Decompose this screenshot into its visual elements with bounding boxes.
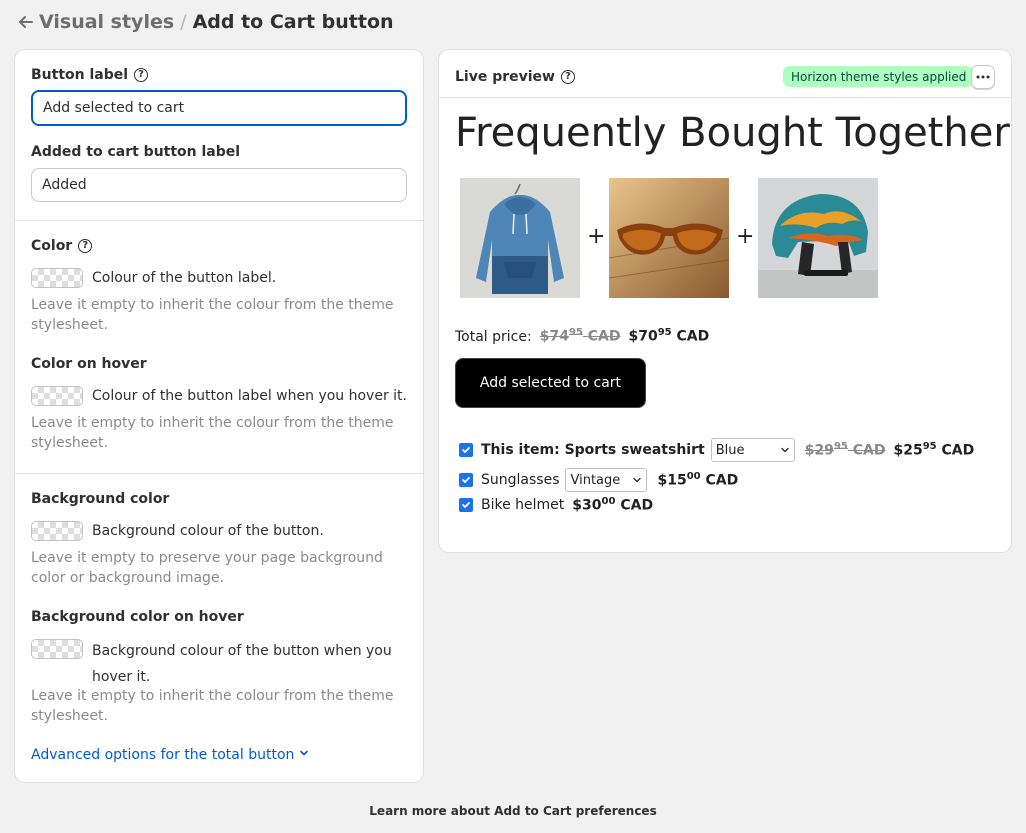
item-name: Sunglasses <box>481 472 560 488</box>
item-price: $1500 CAD <box>657 471 739 489</box>
page-title: Add to Cart button <box>192 11 394 33</box>
bg-color-hover-swatch-text: Background colour of the button when you… <box>92 643 392 685</box>
plus-icon: + <box>736 224 755 249</box>
preview-header: Live preview ? Horizon theme styles appl… <box>439 50 1011 98</box>
item-name: Bike helmet <box>481 496 565 513</box>
color-swatch[interactable] <box>31 268 83 288</box>
bg-color-hover-swatch-row: Background colour of the button when you… <box>31 638 407 690</box>
bg-color-hover-swatch[interactable] <box>31 639 83 659</box>
color-hover-swatch-text: Colour of the button label when you hove… <box>92 388 407 404</box>
settings-card: Button label ? Added to cart button labe… <box>15 50 423 782</box>
divider <box>15 220 423 221</box>
check-icon <box>462 501 470 508</box>
bg-color-swatch-text: Background colour of the button. <box>92 523 324 539</box>
breadcrumb-separator: / <box>180 11 187 33</box>
total-label: Total price: <box>455 328 532 345</box>
total-new-price: $7095 CAD <box>628 327 710 345</box>
item-checkbox[interactable] <box>459 443 473 457</box>
chevron-down-icon <box>298 747 310 763</box>
added-label-input[interactable] <box>31 168 407 202</box>
variant-select[interactable]: Blue <box>710 438 795 462</box>
live-preview-card: Live preview ? Horizon theme styles appl… <box>439 50 1011 552</box>
color-hover-hint: Leave it empty to inherit the colour fro… <box>31 415 394 451</box>
color-swatch-row: Colour of the button label. <box>31 268 276 288</box>
breadcrumb: Visual styles / Add to Cart button <box>17 10 394 34</box>
button-label-title: Button label ? <box>31 67 149 83</box>
variant-select[interactable]: Vintage <box>565 468 648 492</box>
help-icon[interactable]: ? <box>134 68 149 82</box>
list-item: This item: Sports sweatshirt Blue $2995 … <box>459 438 974 462</box>
color-hover-swatch[interactable] <box>31 386 83 406</box>
advanced-options-label: Advanced options for the total button <box>31 747 295 763</box>
learn-more-link[interactable]: Learn more about Add to Cart preferences <box>0 804 1026 818</box>
helmet-image[interactable] <box>758 178 878 298</box>
plus-icon: + <box>587 224 606 249</box>
item-price: $2595 CAD <box>893 441 975 459</box>
check-icon <box>462 477 470 483</box>
bg-color-swatch-row: Background colour of the button. <box>31 521 324 541</box>
breadcrumb-parent[interactable]: Visual styles <box>39 11 174 33</box>
fbt-heading: Frequently Bought Together <box>455 110 1010 156</box>
color-swatch-text: Colour of the button label. <box>92 270 277 286</box>
divider <box>15 473 423 474</box>
ellipsis-icon <box>976 75 990 79</box>
total-price: Total price: $7495 CAD $7095 CAD <box>455 327 709 345</box>
item-checkbox[interactable] <box>459 497 473 512</box>
arrow-left-icon[interactable] <box>17 12 37 32</box>
more-actions-button[interactable] <box>971 65 995 89</box>
bg-color-title: Background color <box>31 491 170 507</box>
bg-color-swatch[interactable] <box>31 521 83 541</box>
bg-color-hint: Leave it empty to preserve your page bac… <box>31 550 383 586</box>
item-checkbox[interactable] <box>459 473 473 487</box>
variant-select-value: Vintage <box>570 472 621 488</box>
bg-color-hover-hint: Leave it empty to inherit the colour fro… <box>31 688 394 724</box>
chevron-down-icon <box>781 447 789 453</box>
variant-select-value: Blue <box>715 442 745 458</box>
theme-badge: Horizon theme styles applied <box>783 66 975 87</box>
button-label-input[interactable] <box>31 90 407 126</box>
add-selected-to-cart-button[interactable]: Add selected to cart <box>455 358 646 408</box>
preview-title: Live preview ? <box>455 69 575 85</box>
item-name: This item: Sports sweatshirt <box>481 442 705 458</box>
total-old-price: $7495 CAD <box>539 327 621 345</box>
chevron-down-icon <box>633 477 642 483</box>
item-price: $3000 CAD <box>572 496 654 514</box>
color-hover-swatch-row: Colour of the button label when you hove… <box>31 386 407 406</box>
list-item: Sunglasses Vintage $1500 CAD <box>459 468 738 492</box>
color-title: Color ? <box>31 238 93 254</box>
sunglasses-image[interactable] <box>609 178 729 298</box>
color-hint: Leave it empty to inherit the colour fro… <box>31 297 394 333</box>
list-item: Bike helmet $3000 CAD <box>459 496 653 514</box>
color-hover-title: Color on hover <box>31 356 147 372</box>
help-icon[interactable]: ? <box>78 239 93 253</box>
item-old-price: $2995 CAD <box>804 441 886 459</box>
check-icon <box>462 447 470 453</box>
advanced-options-link[interactable]: Advanced options for the total button <box>31 747 310 763</box>
help-icon[interactable]: ? <box>561 70 575 84</box>
sweatshirt-image[interactable] <box>460 178 580 298</box>
bg-color-hover-title: Background color on hover <box>31 609 244 625</box>
added-label-title: Added to cart button label <box>31 144 241 160</box>
